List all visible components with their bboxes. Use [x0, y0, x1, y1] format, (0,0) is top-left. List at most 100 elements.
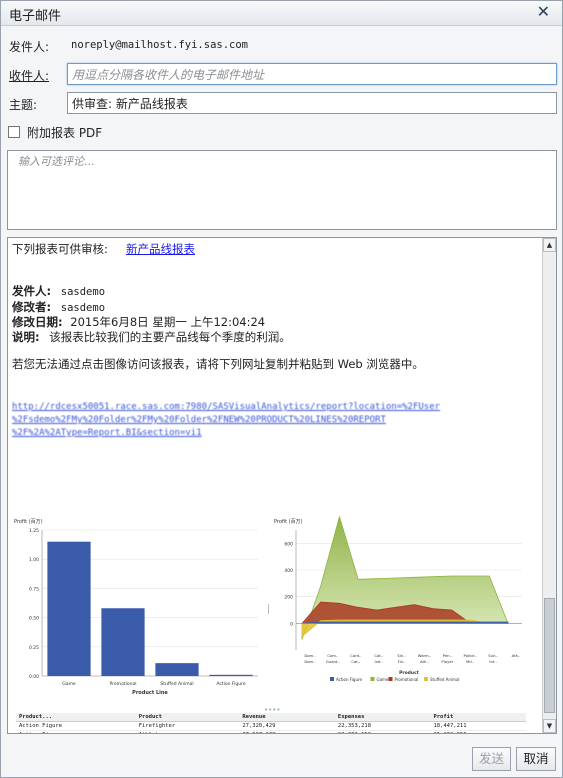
email-dialog: 电子邮件 ✕ 发件人: noreply@mailhost.fyi.sas.com…: [0, 0, 563, 778]
y-tick-label: 0: [290, 621, 293, 627]
from-label: 发件人:: [9, 40, 50, 54]
cancel-button[interactable]: 取消: [516, 747, 556, 771]
meta-row-description: 说明: 该报表比较我们的主要产品线每个季度的利润。: [12, 330, 291, 345]
x-tick-label: Pen..: [443, 653, 452, 658]
x-tick-label: Ath..: [512, 653, 521, 658]
report-link[interactable]: 新产品线报表: [126, 241, 195, 257]
comment-placeholder: 输入可选评论...: [18, 155, 95, 168]
to-field[interactable]: 用逗点分隔各收件人的电子邮件地址: [67, 63, 557, 85]
report-preview: 下列报表可供审核: 新产品线报表 发件人: sasdemo 修改者: sasde…: [7, 237, 557, 734]
x-tick-label: Action Figure: [216, 681, 245, 687]
table-cell: Action Figure: [16, 730, 136, 733]
x-tick-label: Dom..: [304, 653, 315, 658]
chart-splitter: [268, 604, 269, 614]
scroll-up-icon[interactable]: ▲: [543, 238, 556, 252]
report-table: Product... Product Revenue Expenses Profit Ac…: [16, 713, 526, 733]
report-meta: 发件人: sasdemo 修改者: sasdemo 修改日期: 2015年6月8…: [12, 284, 291, 344]
bar: [209, 674, 253, 676]
x-tick-label: Ind..: [374, 659, 382, 664]
y-tick-label: 0.50: [29, 616, 39, 622]
table-cell: 27,320,429: [239, 721, 335, 731]
area-chart: Profit (百万)0200400600Dom.. Com.. Card.. Cat…: [274, 516, 522, 682]
table-header-row: Product... Product Revenue Expenses Profit: [16, 713, 526, 722]
x-tick-label: Ath..: [420, 659, 429, 664]
x-tick-label: Mrl..: [466, 659, 474, 664]
meta-label: 说明:: [12, 329, 40, 344]
table-row: Action FigureAthlete37,507,13822,332,153…: [16, 730, 526, 733]
meta-value: 2015年6月8日 星期一 上午12:04:24: [70, 315, 266, 329]
table-header-cell[interactable]: Product: [135, 713, 240, 722]
subject-field[interactable]: 供审查: 新产品线报表: [67, 92, 557, 114]
table-cell: Athlete: [135, 730, 240, 733]
url-line: %2Fsdemo%2FMy%20Folder%2FMy%20Folder%2FN…: [12, 415, 386, 425]
y-tick-label: 1.25: [29, 528, 39, 534]
y-axis-label: Profit (百万): [274, 519, 303, 525]
bar-chart: Profit (百万) 0.00 0.25 0.50 0.75 1.00 1.25 Game P…: [14, 519, 258, 696]
bar: [47, 541, 91, 676]
x-tick-label: Player: [441, 659, 453, 664]
attach-pdf-label: 附加报表 PDF: [27, 126, 103, 140]
dialog-titlebar: 电子邮件 ✕: [1, 1, 562, 26]
scroll-down-icon[interactable]: ▼: [543, 719, 556, 733]
y-tick-label: 0.25: [29, 645, 39, 651]
table-cell: 15,230,956: [430, 730, 526, 733]
table-cell: 18,447,211: [430, 721, 526, 731]
report-url-link[interactable]: http://rdcesx50051.race.sas.com:7980/SAS…: [12, 401, 440, 440]
legend-label: Promotional: [395, 677, 419, 682]
table-cell: 22,353,218: [334, 721, 431, 731]
close-icon[interactable]: ✕: [537, 2, 550, 21]
x-tick-label: Guard..: [326, 659, 340, 664]
x-tick-label: Game: [62, 681, 76, 687]
table-cell: 37,507,138: [239, 730, 335, 733]
meta-value: sasdemo: [60, 301, 106, 314]
x-tick-label: Warm..: [418, 653, 431, 658]
legend-label: Action Figure: [336, 677, 363, 682]
legend-swatch: [388, 677, 393, 681]
table-cell: Firefighter: [135, 721, 240, 731]
meta-label: 修改者:: [12, 299, 52, 314]
y-tick-label: 200: [284, 595, 293, 601]
y-tick-label: 1.00: [29, 557, 39, 563]
table-cell: Action Figure: [16, 721, 136, 731]
meta-row-date: 修改日期: 2015年6月8日 星期一 上午12:04:24: [12, 315, 291, 330]
meta-row-modifier: 修改者: sasdemo: [12, 300, 291, 316]
x-tick-label: Stuffed Animal: [160, 681, 193, 687]
table-header-cell[interactable]: Revenue: [239, 713, 335, 722]
meta-row-sender: 发件人: sasdemo: [12, 284, 291, 300]
bar: [155, 663, 199, 676]
preview-scrollbar[interactable]: ▲ ▼: [542, 238, 556, 733]
to-label[interactable]: 收件人:: [9, 67, 49, 84]
x-tick-label: Com..: [327, 653, 338, 658]
table-header-cell[interactable]: Profit: [430, 713, 526, 722]
y-axis-label: Profit (百万): [14, 519, 43, 525]
x-tick-label: Police..: [464, 653, 477, 658]
bar: [101, 608, 145, 676]
table-header-cell[interactable]: Expenses: [334, 713, 431, 722]
y-tick-label: 400: [284, 568, 293, 574]
legend-swatch: [330, 677, 334, 681]
to-placeholder: 用逗点分隔各收件人的电子邮件地址: [72, 68, 265, 82]
preview-instructions: 若您无法通过点击图像访问该报表，请将下列网址复制并粘贴到 Web 浏览器中。: [12, 357, 424, 371]
legend-swatch: [370, 677, 375, 681]
x-tick-label: Cat..: [351, 659, 360, 664]
legend-label: Game: [377, 677, 389, 682]
subject-label: 主题:: [9, 98, 38, 112]
x-tick-label: Sun..: [488, 653, 498, 658]
y-tick-label: 600: [284, 541, 293, 547]
table-header-cell[interactable]: Product...: [16, 713, 136, 722]
x-tick-label: Cat..: [374, 653, 383, 658]
x-tick-label: Dom..: [304, 659, 315, 664]
comment-textarea[interactable]: 输入可选评论...: [7, 150, 557, 230]
preview-intro: 下列报表可供审核:: [12, 242, 108, 256]
x-tick-label: Fin..: [398, 659, 406, 664]
x-tick-label: Promotional: [110, 681, 137, 687]
scrollbar-thumb[interactable]: [544, 598, 555, 713]
table-cell: 22,332,153: [334, 730, 431, 733]
report-image[interactable]: Profit (百万) 0.00 0.25 0.50 0.75 1.00 1.25 Game P…: [12, 516, 540, 733]
send-button[interactable]: 发送: [472, 747, 511, 771]
x-tick-label: Sin..: [397, 653, 405, 658]
meta-value: 该报表比较我们的主要产品线每个季度的利润。: [49, 329, 291, 344]
from-value: noreply@mailhost.fyi.sas.com: [71, 39, 249, 51]
attach-pdf-checkbox[interactable]: [8, 126, 20, 138]
x-tick-label: Int..: [489, 659, 496, 664]
